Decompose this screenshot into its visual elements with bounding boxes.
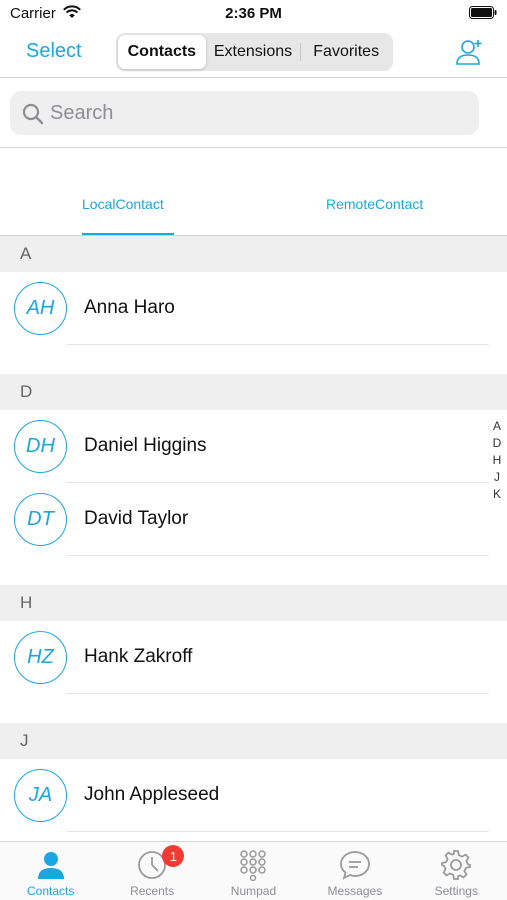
avatar: DT (14, 493, 67, 546)
row-divider (66, 555, 489, 556)
row-divider (66, 693, 489, 694)
contact-name: Hank Zakroff (84, 646, 193, 667)
tab-label: Contacts (27, 884, 75, 898)
tab-settings[interactable]: Settings (406, 842, 507, 900)
contact-row[interactable]: JA John Appleseed (0, 759, 507, 832)
segment-favorites[interactable]: Favorites (301, 35, 391, 69)
contact-row[interactable]: DH Daniel Higgins (0, 410, 507, 483)
add-contact-icon[interactable] (455, 37, 485, 67)
search-icon (22, 103, 44, 125)
selected-tab-indicator (82, 233, 174, 235)
tab-remote-contact[interactable]: RemoteContact (326, 196, 423, 212)
contact-name: John Appleseed (84, 784, 220, 805)
row-divider (66, 831, 489, 832)
person-icon (37, 852, 64, 879)
section-header-h: H (0, 585, 507, 621)
contact-list[interactable]: A AH Anna Haro D DH Daniel Higgins DT Da… (0, 236, 507, 841)
tab-numpad[interactable]: Numpad (203, 842, 304, 900)
nav-bar: Select Contacts Extensions Favorites (0, 28, 507, 78)
search-area (0, 79, 507, 148)
index-letter-k[interactable]: K (493, 486, 501, 503)
tab-label: Messages (327, 884, 383, 898)
tab-bar: Contacts 1 Recents Numpad Messages Setti… (0, 841, 507, 900)
source-tabs: LocalContact RemoteContact (0, 148, 507, 236)
tab-label: Numpad (230, 884, 277, 898)
tab-contacts[interactable]: Contacts (0, 842, 101, 900)
search-input[interactable] (50, 91, 470, 135)
status-bar: Carrier 2:36 PM (0, 0, 507, 28)
status-time: 2:36 PM (225, 5, 282, 22)
avatar: DH (14, 420, 67, 473)
tab-label: Settings (434, 884, 478, 898)
contact-row[interactable]: AH Anna Haro (0, 272, 507, 345)
section-header-a: A (0, 236, 507, 272)
index-letter-j[interactable]: J (494, 469, 500, 486)
index-letter-a[interactable]: A (493, 418, 501, 435)
tab-recents[interactable]: 1 Recents (101, 842, 202, 900)
contact-name: Daniel Higgins (84, 435, 207, 456)
avatar: JA (14, 769, 67, 822)
section-index[interactable]: A D H J K (491, 418, 503, 503)
index-letter-h[interactable]: H (493, 452, 502, 469)
tab-label: Recents (130, 884, 175, 898)
tab-messages[interactable]: Messages (304, 842, 405, 900)
contact-row[interactable]: HZ Hank Zakroff (0, 621, 507, 694)
segment-contacts[interactable]: Contacts (118, 35, 206, 69)
keypad-icon (240, 850, 267, 881)
segmented-control: Contacts Extensions Favorites (116, 33, 393, 71)
row-divider (66, 344, 489, 345)
message-bubble-icon (339, 851, 370, 880)
avatar: HZ (14, 631, 67, 684)
section-header-d: D (0, 374, 507, 410)
search-bar[interactable] (10, 91, 479, 135)
contact-name: Anna Haro (84, 297, 175, 318)
gear-icon (441, 850, 472, 880)
section-header-j: J (0, 723, 507, 759)
index-letter-d[interactable]: D (493, 435, 502, 452)
segment-extensions[interactable]: Extensions (206, 35, 301, 69)
tab-local-contact[interactable]: LocalContact (82, 196, 164, 212)
contact-name: David Taylor (84, 508, 189, 529)
contact-row[interactable]: DT David Taylor (0, 483, 507, 556)
avatar: AH (14, 282, 67, 335)
battery-icon (469, 6, 497, 19)
select-button[interactable]: Select (26, 40, 82, 63)
recents-badge: 1 (162, 845, 185, 867)
